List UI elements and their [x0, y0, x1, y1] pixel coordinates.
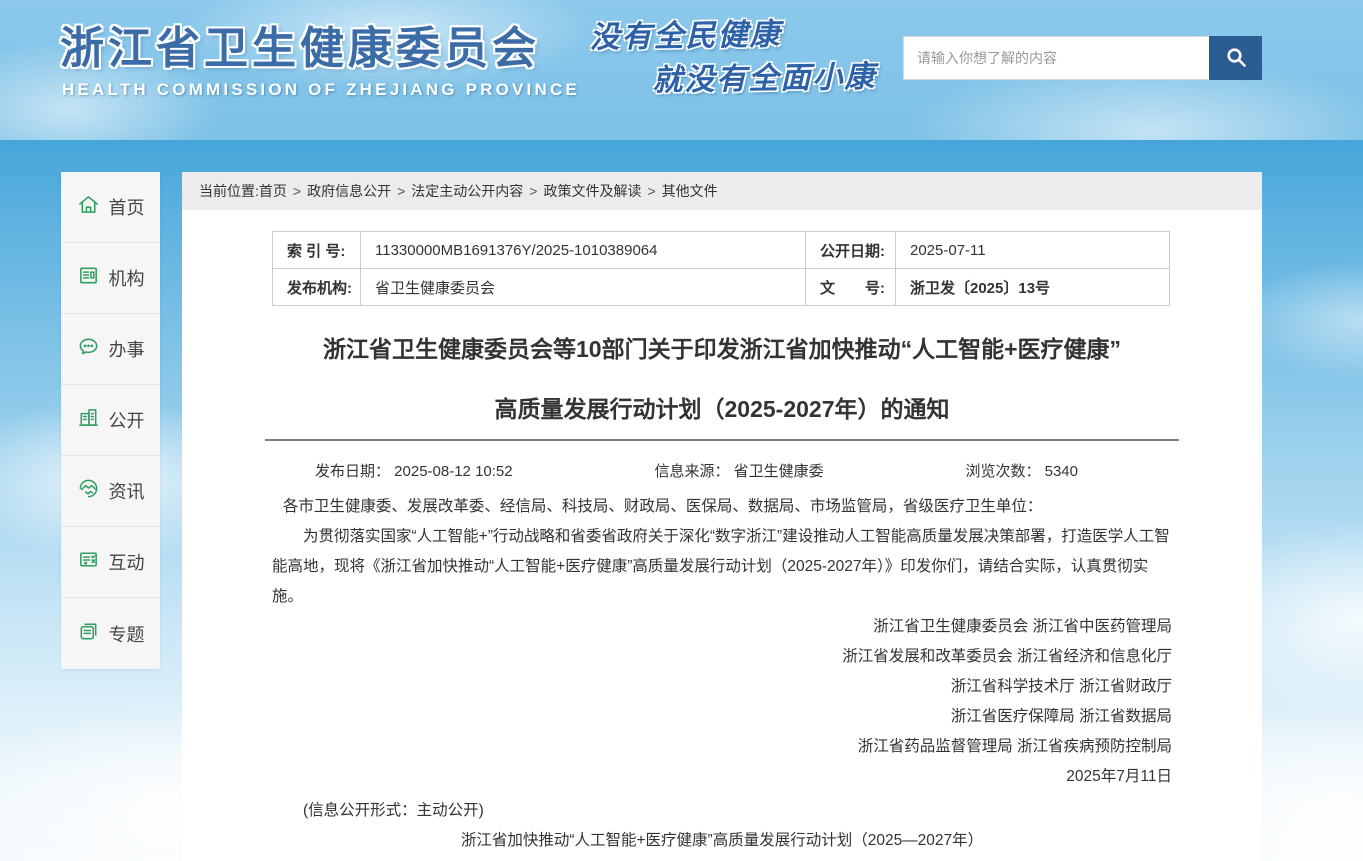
breadcrumb-link-gov-info[interactable]: 政府信息公开 — [307, 181, 391, 201]
paragraph-main: 为贯彻落实国家“人工智能+”行动战略和省委省政府关于深化“数字浙江”建设推动人工… — [272, 522, 1172, 612]
sidebar-item-interaction[interactable]: 互动 — [61, 527, 160, 598]
sidebar-item-home[interactable]: 首页 — [61, 172, 160, 243]
article-meta: 发布日期： 2025-08-12 10:52 信息来源： 省卫生健康委 浏览次数… — [272, 460, 1172, 480]
sidebar-item-topics[interactable]: 专题 — [61, 598, 160, 669]
publish-datetime: 发布日期： 2025-08-12 10:52 — [315, 460, 513, 480]
table-row: 索 引 号: 11330000MB1691376Y/2025-101038906… — [273, 232, 1170, 269]
issuing-agency-value: 省卫生健康委员会 — [361, 269, 806, 306]
search-icon — [1224, 45, 1248, 72]
slogan-line-2: 就没有全面小康 — [652, 56, 877, 104]
title-divider — [265, 439, 1179, 441]
site-header: 浙江省卫生健康委员会 HEALTH COMMISSION OF ZHEJIANG… — [0, 0, 1363, 140]
sidebar-item-label: 互动 — [109, 549, 145, 575]
sidebar-item-label: 首页 — [109, 194, 145, 220]
slogan-line-1: 没有全民健康 — [589, 12, 876, 61]
info-source: 信息来源： 省卫生健康委 — [654, 460, 823, 480]
org-document-icon — [77, 264, 100, 292]
paragraph-recipients: 各市卫生健康委、发展改革委、经信局、科技局、财政局、医保局、数据局、市场监管局，… — [272, 492, 1172, 522]
sidebar-item-label: 专题 — [109, 621, 145, 647]
site-slogan: 没有全民健康 就没有全面小康 — [589, 12, 876, 105]
page: 浙江省卫生健康委员会 HEALTH COMMISSION OF ZHEJIANG… — [0, 0, 1363, 861]
sidebar-item-label: 公开 — [109, 407, 145, 433]
index-number-value: 11330000MB1691376Y/2025-1010389064 — [361, 232, 806, 269]
breadcrumb-prefix: 当前位置: — [199, 181, 259, 201]
publish-date-label: 公开日期: — [806, 232, 896, 269]
article-content: 索 引 号: 11330000MB1691376Y/2025-101038906… — [182, 231, 1262, 856]
breadcrumb-link-home[interactable]: 首页 — [259, 181, 287, 201]
breadcrumb-separator: > — [293, 183, 301, 199]
breadcrumb: 当前位置:首页 > 政府信息公开 > 法定主动公开内容 > 政策文件及解读 > … — [182, 172, 1262, 210]
site-subtitle: HEALTH COMMISSION OF ZHEJIANG PROVINCE — [62, 80, 580, 100]
signature-line: 浙江省卫生健康委员会 浙江省中医药管理局 — [272, 612, 1172, 642]
site-title: 浙江省卫生健康委员会 — [60, 12, 540, 76]
page-title-line-1: 浙江省卫生健康委员会等10部门关于印发浙江省加快推动“人工智能+医疗健康” — [272, 334, 1172, 364]
sidebar-item-label: 资讯 — [109, 478, 145, 504]
breadcrumb-separator: > — [647, 183, 655, 199]
issuing-agency-label: 发布机构: — [273, 269, 361, 306]
doc-info-table: 索 引 号: 11330000MB1691376Y/2025-101038906… — [272, 231, 1170, 306]
disclosure-note: (信息公开形式：主动公开) — [272, 796, 1172, 826]
view-count: 浏览次数： 5340 — [965, 460, 1078, 480]
breadcrumb-link-statutory[interactable]: 法定主动公开内容 — [411, 181, 523, 201]
table-row: 发布机构: 省卫生健康委员会 文 号: 浙卫发〔2025〕13号 — [273, 269, 1170, 306]
sidebar-item-disclosure[interactable]: 公开 — [61, 385, 160, 456]
form-check-icon — [77, 548, 100, 576]
signature-line: 浙江省医疗保障局 浙江省数据局 — [272, 702, 1172, 732]
sidebar-item-label: 办事 — [109, 336, 145, 362]
search-input[interactable] — [903, 36, 1209, 80]
publish-date-value: 2025-07-11 — [896, 232, 1170, 269]
sidebar-item-news[interactable]: 资讯 — [61, 456, 160, 527]
doc-number-label: 文 号: — [806, 269, 896, 306]
breadcrumb-separator: > — [397, 183, 405, 199]
signature-line: 浙江省药品监督管理局 浙江省疾病预防控制局 — [272, 732, 1172, 762]
stacked-pages-icon — [77, 620, 100, 648]
signature-line: 浙江省科学技术厅 浙江省财政厅 — [272, 672, 1172, 702]
page-title-line-2: 高质量发展行动计划（2025-2027年）的通知 — [272, 394, 1172, 424]
breadcrumb-link-policy[interactable]: 政策文件及解读 — [543, 181, 641, 201]
index-number-label: 索 引 号: — [273, 232, 361, 269]
article-body: 各市卫生健康委、发展改革委、经信局、科技局、财政局、医保局、数据局、市场监管局，… — [272, 492, 1172, 856]
sidebar-nav: 首页 机构 办事 公开 资讯 — [61, 172, 160, 669]
building-icon — [77, 406, 100, 434]
handshake-icon — [77, 477, 100, 505]
sidebar-item-org[interactable]: 机构 — [61, 243, 160, 314]
signature-date: 2025年7月11日 — [272, 762, 1172, 792]
doc-number-value: 浙卫发〔2025〕13号 — [896, 269, 1170, 306]
sidebar-item-label: 机构 — [109, 265, 145, 291]
home-icon — [77, 193, 100, 221]
site-search — [903, 36, 1262, 80]
main-panel: 当前位置:首页 > 政府信息公开 > 法定主动公开内容 > 政策文件及解读 > … — [182, 172, 1262, 861]
chat-bubble-icon — [77, 335, 100, 363]
attachment-title: 浙江省加快推动“人工智能+医疗健康”高质量发展行动计划（2025—2027年） — [272, 826, 1172, 856]
sidebar-item-services[interactable]: 办事 — [61, 314, 160, 385]
signature-line: 浙江省发展和改革委员会 浙江省经济和信息化厅 — [272, 642, 1172, 672]
breadcrumb-separator: > — [529, 183, 537, 199]
breadcrumb-link-other[interactable]: 其他文件 — [662, 181, 718, 201]
search-button[interactable] — [1209, 36, 1262, 80]
